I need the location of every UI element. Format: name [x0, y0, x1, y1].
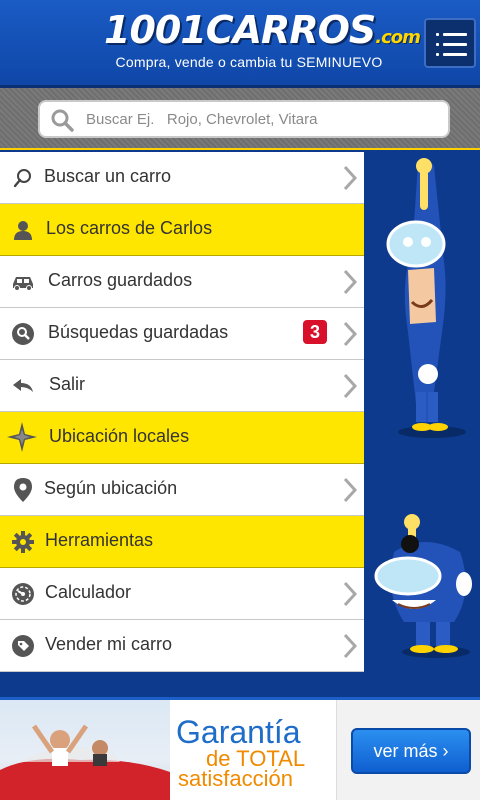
count-badge: 3 — [303, 320, 327, 344]
mascot-illustration — [374, 158, 472, 658]
search-icon — [10, 165, 36, 191]
menu-bar — [443, 53, 467, 56]
menu-bar — [443, 43, 467, 46]
car-icon — [10, 269, 36, 295]
chevron-right-icon — [343, 165, 358, 191]
hamburger-menu-icon[interactable] — [424, 18, 476, 68]
chevron-right-icon — [343, 477, 358, 503]
section-label: Los carros de Carlos — [46, 218, 213, 238]
chevron-right-icon — [343, 321, 358, 347]
menu-item-label: Vender mi carro — [45, 634, 173, 654]
search-input[interactable]: Buscar Ej. Rojo, Chevrolet, Vitara — [38, 100, 450, 138]
logo[interactable]: 1001CARROS.com Compra, vende o cambia tu… — [104, 8, 421, 78]
back-arrow-icon — [10, 373, 36, 399]
menu-item-label: Salir — [49, 374, 86, 394]
menu-item-label: Búsquedas guardadas — [48, 322, 229, 342]
mascot-top — [386, 158, 466, 438]
menu-item-salir[interactable]: Salir — [0, 360, 364, 412]
logo-main-text: 1001CARROS — [104, 8, 376, 52]
menu-item-label: Calculador — [45, 582, 132, 602]
magnifier-circle-icon — [10, 321, 36, 347]
ad-subline-2: satisfacción — [178, 766, 293, 791]
side-menu: Buscar un carro Los carros de Carlos Car… — [0, 152, 364, 672]
section-label: Herramientas — [45, 530, 154, 550]
menu-item-label: Buscar un carro — [44, 166, 172, 186]
menu-dot — [436, 43, 439, 46]
mascot-panel — [364, 152, 480, 697]
app-header: 1001CARROS.com Compra, vende o cambia tu… — [0, 0, 480, 88]
location-pin-icon — [10, 477, 36, 503]
ver-mas-button[interactable]: ver más › — [351, 728, 471, 774]
logo-tagline: Compra, vende o cambia tu SEMINUEVO — [115, 54, 383, 70]
gauge-icon — [10, 581, 36, 607]
logo-suffix: .com — [375, 27, 421, 48]
menu-item-segun-ubicacion[interactable]: Según ubicación — [0, 464, 364, 516]
menu-item-busquedas-guardadas[interactable]: Búsquedas guardadas 3 — [0, 308, 364, 360]
search-placeholder: Buscar Ej. Rojo, Chevrolet, Vitara — [86, 111, 318, 128]
user-icon — [10, 217, 36, 243]
menu-item-vender-mi-carro[interactable]: Vender mi carro — [0, 620, 364, 672]
menu-bar — [443, 33, 467, 36]
ad-cta-area: ver más › — [336, 700, 480, 800]
gear-icon — [10, 529, 36, 555]
menu-item-label: Según ubicación — [44, 478, 178, 498]
menu-item-buscar-carro[interactable]: Buscar un carro — [0, 152, 364, 204]
menu-dot — [436, 33, 439, 36]
section-herramientas: Herramientas — [0, 516, 364, 568]
search-icon — [51, 109, 74, 132]
chevron-right-icon — [343, 373, 358, 399]
chevron-right-icon — [343, 633, 358, 659]
compass-star-icon — [6, 421, 38, 453]
chevron-right-icon — [343, 269, 358, 295]
menu-dot — [436, 53, 439, 56]
menu-item-carros-guardados[interactable]: Carros guardados — [0, 256, 364, 308]
mascot-bottom — [374, 514, 472, 658]
ad-photo-illustration — [0, 724, 170, 800]
section-los-carros-de-carlos: Los carros de Carlos — [0, 204, 364, 256]
chevron-right-icon — [343, 581, 358, 607]
logo-wordmark: 1001CARROS.com — [104, 8, 421, 52]
menu-item-label: Carros guardados — [48, 270, 193, 290]
section-label: Ubicación locales — [49, 426, 190, 446]
search-bar-container: Buscar Ej. Rojo, Chevrolet, Vitara — [0, 88, 480, 150]
tag-icon — [10, 633, 36, 659]
ad-photo-red-car — [0, 700, 170, 800]
section-ubicacion-locales: Ubicación locales — [0, 412, 364, 464]
menu-item-calculador[interactable]: Calculador — [0, 568, 364, 620]
promo-banner[interactable]: Garantía de TOTAL satisfacción ver más › — [0, 697, 480, 800]
